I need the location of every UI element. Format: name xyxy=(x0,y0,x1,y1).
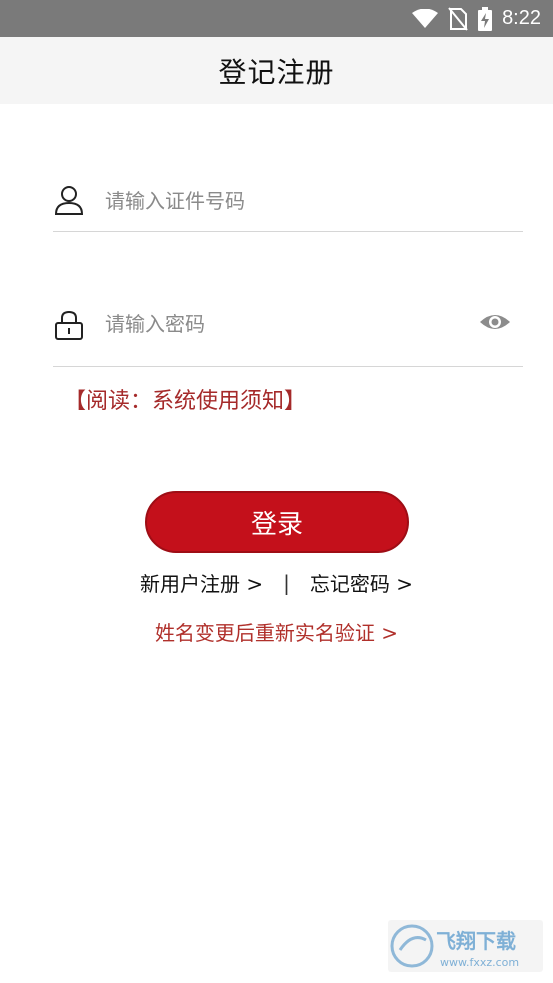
id-number-field xyxy=(53,170,523,232)
page-title: 登记注册 xyxy=(218,55,335,89)
account-links: 新用户注册 > | 忘记密码 > xyxy=(0,568,553,597)
login-button[interactable]: 登录 xyxy=(145,491,409,553)
watermark-url: www.fxxz.com xyxy=(440,956,519,969)
watermark-logo: 飞翔下载 www.fxxz.com xyxy=(388,920,543,972)
link-separator: | xyxy=(283,570,290,595)
register-link[interactable]: 新用户注册 > xyxy=(140,568,263,597)
status-icons: 8:22 xyxy=(412,0,541,37)
battery-charging-icon xyxy=(478,6,493,31)
rename-verification-link[interactable]: 姓名变更后重新实名验证 > xyxy=(0,617,553,646)
password-input[interactable] xyxy=(105,305,465,343)
watermark-text: 飞翔下载 xyxy=(436,929,516,953)
no-sim-icon xyxy=(448,6,468,31)
system-notice-link[interactable]: 【阅读：系统使用须知】 xyxy=(64,383,306,415)
eye-icon[interactable] xyxy=(479,310,511,334)
status-time: 8:22 xyxy=(502,7,541,29)
lock-icon xyxy=(55,310,83,340)
password-field xyxy=(53,293,523,367)
user-icon xyxy=(54,186,84,215)
forgot-password-link[interactable]: 忘记密码 > xyxy=(310,568,413,597)
app-bar: 登记注册 xyxy=(0,37,553,104)
status-bar: 8:22 xyxy=(0,0,553,37)
wifi-icon xyxy=(412,8,439,28)
id-number-input[interactable] xyxy=(105,182,465,220)
